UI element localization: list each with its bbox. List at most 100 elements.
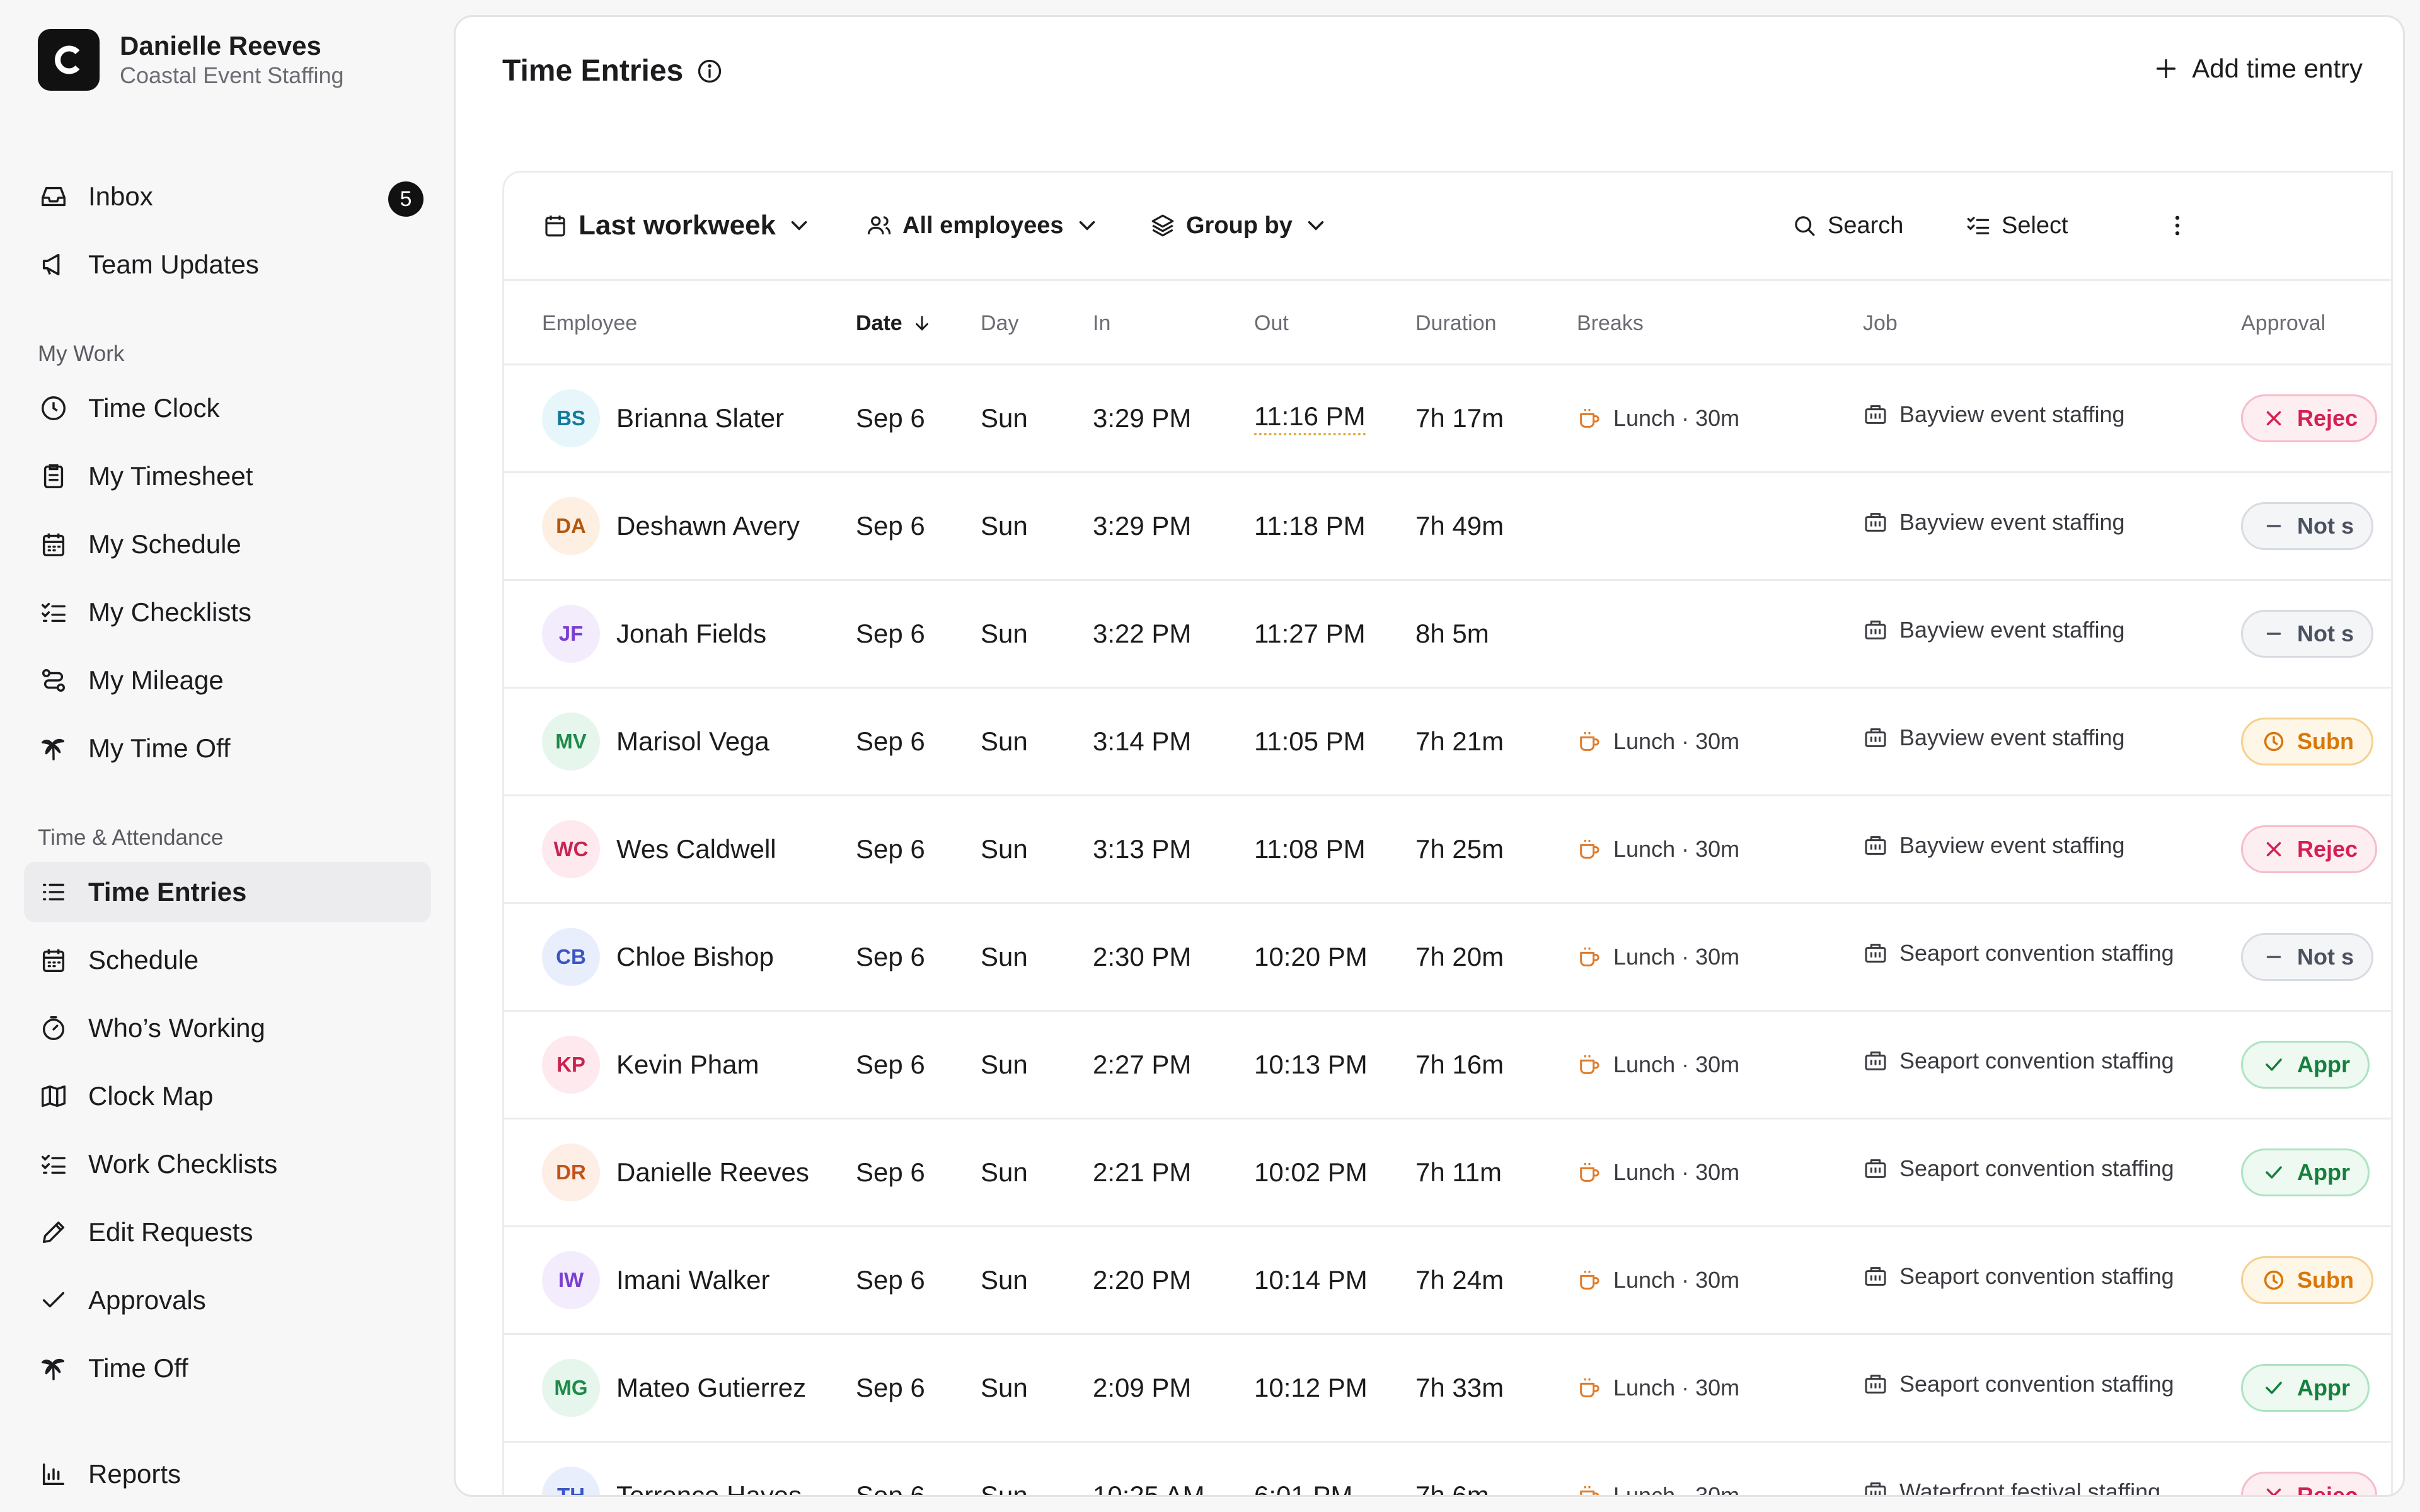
employee-cell: IW Imani Walker (542, 1227, 770, 1333)
employees-filter-dropdown[interactable]: All employees (866, 207, 1100, 244)
clock-icon (38, 392, 69, 424)
table-row[interactable]: IW Imani Walker Sep 6 Sun 2:20 PM 10:14 PM 7h … (504, 1227, 2391, 1335)
coffee-cup-icon (1580, 948, 1599, 966)
breaks-cell: Lunch · 30m (1577, 1120, 1739, 1225)
column-header-employee[interactable]: Employee (542, 281, 637, 365)
table-row[interactable]: MG Mateo Gutierrez Sep 6 Sun 2:09 PM 10:12 PM… (504, 1335, 2391, 1443)
sidebar-item-approvals[interactable]: Approvals (24, 1270, 431, 1331)
column-header-out[interactable]: Out (1254, 281, 1289, 365)
status-badge[interactable]: Subn (2241, 1256, 2373, 1304)
column-header-duration[interactable]: Duration (1415, 281, 1497, 365)
table-header: Employee Date Day In Out Duration Breaks… (504, 281, 2391, 365)
duration-cell: 8h 5m (1415, 619, 1489, 648)
sidebar-item-team-updates[interactable]: Team Updates (24, 234, 431, 295)
approval-cell: Appr (2241, 1335, 2370, 1441)
status-badge[interactable]: Not s (2241, 610, 2373, 658)
select-button[interactable]: Select (1965, 207, 2068, 244)
sidebar-item-whos-working[interactable]: Who’s Working (24, 998, 431, 1058)
sidebar-item-schedule[interactable]: Schedule (24, 930, 431, 990)
status-badge[interactable]: Not s (2241, 502, 2373, 550)
duration-cell: 7h 6m (1415, 1480, 1489, 1497)
sidebar-item-label: Time Off (88, 1353, 188, 1383)
coffee-cup-icon (1580, 1163, 1599, 1182)
status-label: Subn (2297, 1267, 2354, 1293)
info-icon[interactable] (696, 57, 723, 85)
status-badge[interactable]: Appr (2241, 1364, 2370, 1412)
status-badge[interactable]: Appr (2241, 1148, 2370, 1196)
plus-icon (2157, 59, 2176, 79)
column-header-job[interactable]: Job (1863, 281, 1898, 365)
table-row[interactable]: WC Wes Caldwell Sep 6 Sun 3:13 PM 11:08 PM 7h … (504, 796, 2391, 904)
break-label: Lunch · 30m (1613, 1482, 1740, 1497)
sidebar-item-inbox[interactable]: Inbox 5 (24, 166, 431, 227)
employees-filter-label: All employees (902, 212, 1064, 239)
add-time-entry-button[interactable]: Add time entry (2152, 54, 2363, 84)
job-cell: Seaport convention staffing (1863, 1008, 2174, 1114)
clock-in-cell: 3:22 PM (1093, 619, 1192, 648)
more-options-button[interactable] (2164, 207, 2191, 244)
status-badge[interactable]: Rejec (2241, 394, 2378, 442)
sidebar-item-clock-map[interactable]: Clock Map (24, 1066, 431, 1126)
sidebar-item-my-timesheet[interactable]: My Timesheet (24, 446, 431, 507)
table-row[interactable]: MV Marisol Vega Sep 6 Sun 3:14 PM 11:05 PM 7h … (504, 689, 2391, 796)
table-row[interactable]: BS Brianna Slater Sep 6 Sun 3:29 PM 11:16 PM 7… (504, 365, 2391, 473)
employee-name: Imani Walker (616, 1265, 770, 1295)
day-cell: Sun (981, 1480, 1028, 1497)
sidebar-item-time-off[interactable]: Time Off (24, 1338, 431, 1399)
sidebar-item-my-checklists[interactable]: My Checklists (24, 582, 431, 643)
table-row[interactable]: TH Terrence Hayes Sep 6 Sun 10:25 AM 6:01 PM 7… (504, 1443, 2391, 1497)
status-badge[interactable]: Subn (2241, 718, 2373, 765)
status-label: Rejec (2297, 1482, 2358, 1497)
route-icon (38, 665, 69, 696)
date-range-dropdown[interactable]: Last workweek (542, 207, 812, 244)
status-badge[interactable]: Appr (2241, 1041, 2370, 1089)
bar-chart-icon (38, 1458, 69, 1490)
column-header-breaks[interactable]: Breaks (1577, 281, 1644, 365)
status-badge[interactable]: Rejec (2241, 1472, 2378, 1497)
job-cell: Seaport convention staffing (1863, 1331, 2174, 1437)
sidebar-item-time-clock[interactable]: Time Clock (24, 378, 431, 438)
duration-cell: 7h 16m (1415, 1050, 1504, 1079)
column-header-day[interactable]: Day (981, 281, 1018, 365)
sidebar-item-my-time-off[interactable]: My Time Off (24, 718, 431, 779)
job-name: Bayview event staffing (1899, 724, 2125, 750)
column-header-approval[interactable]: Approval (2241, 281, 2325, 365)
column-header-in[interactable]: In (1093, 281, 1110, 365)
sidebar-item-label: Clock Map (88, 1081, 214, 1111)
table-row[interactable]: CB Chloe Bishop Sep 6 Sun 2:30 PM 10:20 PM 7h … (504, 904, 2391, 1012)
sidebar-item-my-mileage[interactable]: My Mileage (24, 650, 431, 711)
status-badge[interactable]: Not s (2241, 933, 2373, 981)
table-row[interactable]: DA Deshawn Avery Sep 6 Sun 3:29 PM 11:18 PM 7h… (504, 473, 2391, 581)
sidebar-item-my-schedule[interactable]: My Schedule (24, 514, 431, 575)
checklist-icon (38, 597, 69, 628)
status-badge[interactable]: Rejec (2241, 825, 2378, 873)
building-icon (1865, 1159, 1886, 1178)
approval-cell: Subn (2241, 1227, 2373, 1333)
date-cell: Sep 6 (856, 1480, 925, 1497)
clock-icon (2264, 731, 2284, 752)
employee-name: Brianna Slater (616, 403, 785, 433)
table-row[interactable]: KP Kevin Pham Sep 6 Sun 2:27 PM 10:13 PM 7h 16… (504, 1012, 2391, 1120)
table-row[interactable]: JF Jonah Fields Sep 6 Sun 3:22 PM 11:27 PM 8h … (504, 581, 2391, 689)
search-button[interactable]: Search (1791, 207, 1903, 244)
checklist-icon (38, 1148, 69, 1180)
pencil-icon (38, 1217, 69, 1248)
select-label: Select (2002, 212, 2068, 239)
users-icon (867, 216, 891, 235)
x-icon (2266, 411, 2281, 426)
sidebar-item-edit-requests[interactable]: Edit Requests (24, 1202, 431, 1263)
employee-cell: JF Jonah Fields (542, 581, 766, 687)
status-label: Appr (2297, 1051, 2350, 1077)
table-row[interactable]: DR Danielle Reeves Sep 6 Sun 2:21 PM 10:02 PM… (504, 1120, 2391, 1227)
sidebar-item-label: Work Checklists (88, 1149, 278, 1179)
column-header-date[interactable]: Date (856, 281, 933, 365)
employee-cell: BS Brianna Slater (542, 365, 784, 471)
avatar: DA (542, 497, 600, 555)
group-by-dropdown[interactable]: Group by (1150, 207, 1329, 244)
sidebar-item-reports[interactable]: Reports (24, 1444, 431, 1504)
clock-out-time: 11:05 PM (1254, 726, 1366, 756)
sidebar-item-time-entries[interactable]: Time Entries (24, 862, 431, 922)
sidebar-item-work-checklists[interactable]: Work Checklists (24, 1134, 431, 1194)
date-cell: Sep 6 (856, 403, 925, 433)
org-switcher[interactable]: Danielle Reeves Coastal Event Staffing (38, 29, 344, 91)
